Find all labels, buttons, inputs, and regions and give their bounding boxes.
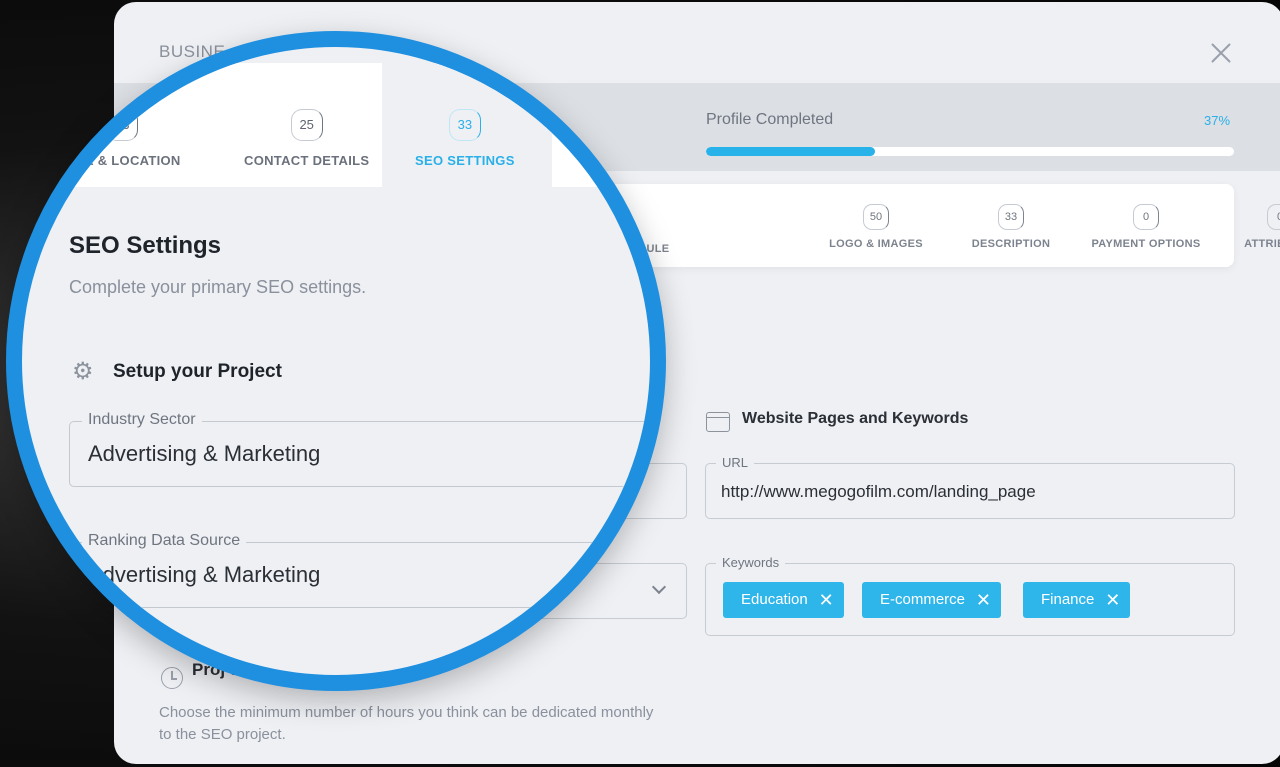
progress-bar [706,147,1234,156]
keyword-chip-label: Education [741,591,808,608]
subtab-badge: 0 [1133,204,1159,230]
close-icon[interactable] [1206,38,1236,68]
progress-label: Profile Completed [706,111,834,128]
subtab-logo-images[interactable]: 50 LOGO & IMAGES [806,204,946,250]
tab-badge: 25 [290,109,323,141]
gear-icon: ⚙ [72,358,94,385]
magnifier-lens: 33 AME & LOCATION 25 CONTACT DETAILS 33 … [6,31,666,691]
url-field[interactable]: URL http://www.megogofilm.com/landing_pa… [705,455,1235,519]
keyword-chip-label: Finance [1041,591,1095,608]
page-subtitle: Complete your primary SEO settings. [69,277,367,297]
subtab-card: EDULE 50 LOGO & IMAGES 33 DESCRIPTION 0 … [600,184,1280,267]
subtab-badge: 33 [998,204,1024,230]
tab-label: AME & LOCATION [64,153,181,168]
subtab-badge: 50 [863,204,889,230]
industry-sector-value: Advertising & Marketing [88,441,321,466]
industry-sector-label: Industry Sector [82,411,202,429]
keyword-chip-label: E-commerce [880,591,966,608]
tab-name-location[interactable]: 33 AME & LOCATION [64,109,181,168]
keyword-chip[interactable]: Education ✕ [723,582,844,618]
industry-sector-field[interactable]: Industry Sector Advertising & Marketing [69,411,650,487]
clock-icon [161,667,183,689]
hours-description: Choose the minimum number of hours you t… [159,704,654,743]
progress-percent: 37% [1204,113,1231,128]
subtab-description[interactable]: 33 DESCRIPTION [941,204,1081,250]
tab-badge: 33 [448,109,481,141]
tab-label: CONTACT DETAILS [244,153,370,168]
subtab-label: DESCRIPTION [971,238,1051,250]
keywords-field[interactable]: Keywords Education ✕ E-commerce ✕ Financ… [705,555,1235,636]
page-title: SEO Settings [69,232,222,259]
subtab-label: ATTRIBUTES [1244,238,1280,250]
url-label: URL [716,455,755,470]
subtab-payment-options[interactable]: 0 PAYMENT OPTIONS [1076,204,1216,250]
subtab-badge: 0 [1267,204,1280,230]
ranking-data-source-label: Ranking Data Source [82,532,247,550]
tab-contact-details[interactable]: 25 CONTACT DETAILS [244,109,369,168]
url-value: http://www.megogofilm.com/landing_page [721,482,1036,501]
tab-label: SEO SETTINGS [415,153,515,168]
setup-heading: Setup your Project [113,361,282,382]
keywords-label: Keywords [716,555,786,570]
subtab-label: LOGO & IMAGES [829,238,923,250]
subtab-label: PAYMENT OPTIONS [1091,238,1201,250]
tab-badge: 33 [106,109,139,141]
keyword-chip[interactable]: E-commerce ✕ [862,582,1002,618]
subtab-attributes[interactable]: 0 ATTRIBUTES [1210,204,1280,250]
ranking-data-source-value: Advertising & Marketing [88,562,321,587]
remove-icon[interactable]: ✕ [819,582,834,618]
step-tabs: 33 AME & LOCATION 25 CONTACT DETAILS 33 … [22,63,650,187]
website-pages-heading: Website Pages and Keywords [742,410,969,427]
ranking-data-source-field[interactable]: Ranking Data Source Advertising & Market… [69,532,650,608]
remove-icon[interactable]: ✕ [1105,582,1120,618]
progress-fill [706,147,875,156]
remove-icon[interactable]: ✕ [976,582,991,618]
keyword-chip[interactable]: Finance ✕ [1023,582,1131,618]
tab-seo-settings[interactable]: 33 SEO SETTINGS [415,109,515,168]
